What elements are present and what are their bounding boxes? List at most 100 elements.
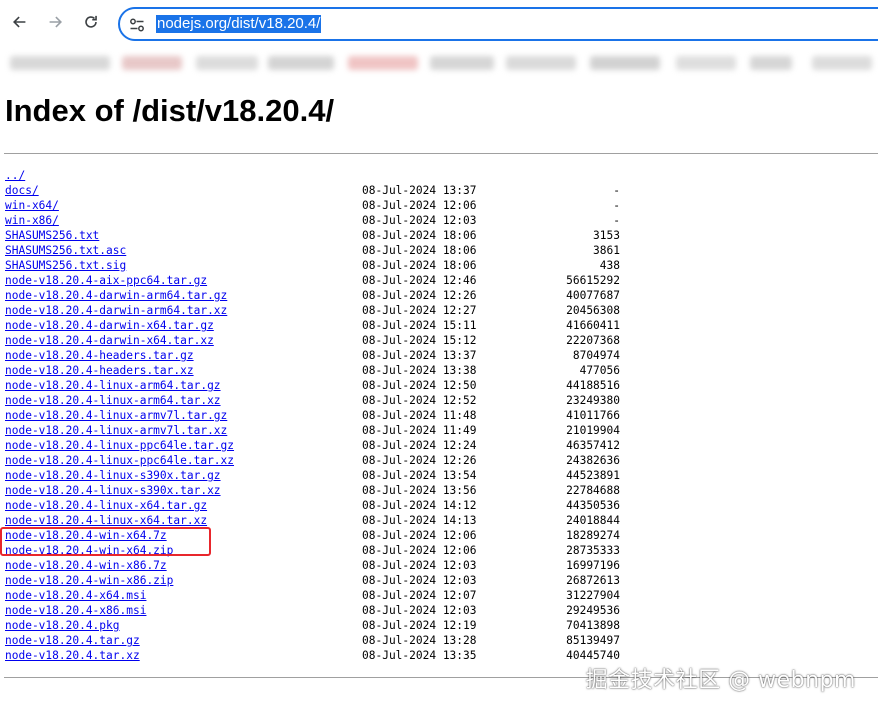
file-size: 22207368 <box>566 334 620 347</box>
file-link[interactable]: node-v18.20.4-win-x86.7z <box>5 558 167 573</box>
bookmark-item[interactable] <box>348 56 418 70</box>
file-date: 08-Jul-2024 13:28 <box>362 634 477 647</box>
file-link[interactable]: SHASUMS256.txt.asc <box>5 243 126 258</box>
file-link[interactable]: win-x64/ <box>5 198 59 213</box>
file-size: 21019904 <box>566 424 620 437</box>
bookmark-item[interactable] <box>196 56 258 70</box>
file-link[interactable]: node-v18.20.4-headers.tar.xz <box>5 363 194 378</box>
file-link[interactable]: node-v18.20.4-darwin-arm64.tar.gz <box>5 288 227 303</box>
file-date: 08-Jul-2024 12:26 <box>362 289 477 302</box>
file-date: 08-Jul-2024 12:19 <box>362 619 477 632</box>
tune-icon[interactable] <box>128 16 146 34</box>
file-date: 08-Jul-2024 12:52 <box>362 394 477 407</box>
file-size: 22784688 <box>566 484 620 497</box>
bookmark-item[interactable] <box>676 56 736 70</box>
file-link[interactable]: node-v18.20.4-x64.msi <box>5 588 146 603</box>
bookmark-item[interactable] <box>506 56 576 70</box>
file-date: 08-Jul-2024 18:06 <box>362 244 477 257</box>
file-date: 08-Jul-2024 12:03 <box>362 604 477 617</box>
file-link[interactable]: node-v18.20.4.tar.gz <box>5 633 140 648</box>
file-link[interactable]: node-v18.20.4-linux-armv7l.tar.xz <box>5 423 227 438</box>
reload-button[interactable] <box>79 10 103 34</box>
file-link[interactable]: node-v18.20.4-darwin-x64.tar.gz <box>5 318 214 333</box>
file-link[interactable]: node-v18.20.4-linux-x64.tar.gz <box>5 498 207 513</box>
file-size: 85139497 <box>566 634 620 647</box>
divider-top <box>4 153 878 154</box>
file-link[interactable]: node-v18.20.4-linux-s390x.tar.xz <box>5 483 221 498</box>
bookmark-item[interactable] <box>750 56 792 70</box>
file-link[interactable]: node-v18.20.4-aix-ppc64.tar.gz <box>5 273 207 288</box>
page-title: Index of /dist/v18.20.4/ <box>5 93 335 128</box>
file-size: 40445740 <box>566 649 620 662</box>
bookmark-item[interactable] <box>268 56 334 70</box>
file-date: 08-Jul-2024 18:06 <box>362 259 477 272</box>
file-date: 08-Jul-2024 15:11 <box>362 319 477 332</box>
file-date: 08-Jul-2024 12:27 <box>362 304 477 317</box>
file-size: 8704974 <box>572 349 620 362</box>
file-link[interactable]: node-v18.20.4.pkg <box>5 618 120 633</box>
file-size: - <box>613 184 620 197</box>
file-date: 08-Jul-2024 11:49 <box>362 424 477 437</box>
file-link[interactable]: node-v18.20.4-linux-s390x.tar.gz <box>5 468 221 483</box>
arrow-left-icon <box>13 16 26 28</box>
file-link[interactable]: node-v18.20.4-headers.tar.gz <box>5 348 194 363</box>
back-button[interactable] <box>8 10 32 34</box>
file-link[interactable]: node-v18.20.4-darwin-arm64.tar.xz <box>5 303 227 318</box>
file-size: 41660411 <box>566 319 620 332</box>
file-link[interactable]: node-v18.20.4-darwin-x64.tar.xz <box>5 333 214 348</box>
file-link[interactable]: SHASUMS256.txt <box>5 228 99 243</box>
file-date: 08-Jul-2024 12:03 <box>362 214 477 227</box>
file-date: 08-Jul-2024 14:13 <box>362 514 477 527</box>
file-date: 08-Jul-2024 14:12 <box>362 499 477 512</box>
file-link[interactable]: node-v18.20.4-linux-arm64.tar.xz <box>5 393 221 408</box>
file-size: 40077687 <box>566 289 620 302</box>
watermark: 掘金技术社区 @ webnpm <box>585 668 856 693</box>
bookmark-item[interactable] <box>122 56 182 70</box>
file-size: 438 <box>599 259 620 272</box>
annotation-highlight-box <box>0 527 211 556</box>
file-date: 08-Jul-2024 18:06 <box>362 229 477 242</box>
file-link[interactable]: node-v18.20.4-win-x86.zip <box>5 573 173 588</box>
file-date: 08-Jul-2024 12:07 <box>362 589 477 602</box>
file-link[interactable]: win-x86/ <box>5 213 59 228</box>
url-text[interactable]: nodejs.org/dist/v18.20.4/ <box>156 15 322 33</box>
bookmark-item[interactable] <box>590 56 660 70</box>
file-date: 08-Jul-2024 13:54 <box>362 469 477 482</box>
file-date: 08-Jul-2024 12:06 <box>362 199 477 212</box>
bookmark-item[interactable] <box>10 56 110 70</box>
file-link[interactable]: node-v18.20.4-linux-x64.tar.xz <box>5 513 207 528</box>
file-size: 3153 <box>593 229 620 242</box>
file-link[interactable]: node-v18.20.4-x86.msi <box>5 603 146 618</box>
bookmark-item[interactable] <box>430 56 494 70</box>
bookmarks-bar <box>0 46 878 78</box>
file-date: 08-Jul-2024 11:48 <box>362 409 477 422</box>
file-size: 20456308 <box>566 304 620 317</box>
file-link[interactable]: node-v18.20.4.tar.xz <box>5 648 140 663</box>
file-link[interactable]: ../ <box>5 168 25 183</box>
file-size: 56615292 <box>566 274 620 287</box>
file-size: - <box>613 214 620 227</box>
file-size: 28735333 <box>566 544 620 557</box>
bookmark-item[interactable] <box>812 56 872 70</box>
file-link[interactable]: node-v18.20.4-linux-arm64.tar.gz <box>5 378 221 393</box>
file-date: 08-Jul-2024 12:24 <box>362 439 477 452</box>
file-size: 46357412 <box>566 439 620 452</box>
file-size: 31227904 <box>566 589 620 602</box>
file-link[interactable]: docs/ <box>5 183 39 198</box>
file-size: 70413898 <box>566 619 620 632</box>
address-bar[interactable]: nodejs.org/dist/v18.20.4/ <box>118 7 878 41</box>
file-date: 08-Jul-2024 12:03 <box>362 574 477 587</box>
forward-button[interactable] <box>43 10 67 34</box>
file-link[interactable]: node-v18.20.4-linux-armv7l.tar.gz <box>5 408 227 423</box>
file-link[interactable]: node-v18.20.4-linux-ppc64le.tar.gz <box>5 438 234 453</box>
file-date: 08-Jul-2024 12:50 <box>362 379 477 392</box>
file-link[interactable]: SHASUMS256.txt.sig <box>5 258 126 273</box>
file-size: 26872613 <box>566 574 620 587</box>
reload-icon <box>85 15 97 28</box>
file-date: 08-Jul-2024 12:03 <box>362 559 477 572</box>
file-date: 08-Jul-2024 12:06 <box>362 544 477 557</box>
file-size: 3861 <box>593 244 620 257</box>
file-link[interactable]: node-v18.20.4-linux-ppc64le.tar.xz <box>5 453 234 468</box>
file-date: 08-Jul-2024 13:37 <box>362 349 477 362</box>
browser-toolbar: nodejs.org/dist/v18.20.4/ <box>0 0 878 46</box>
